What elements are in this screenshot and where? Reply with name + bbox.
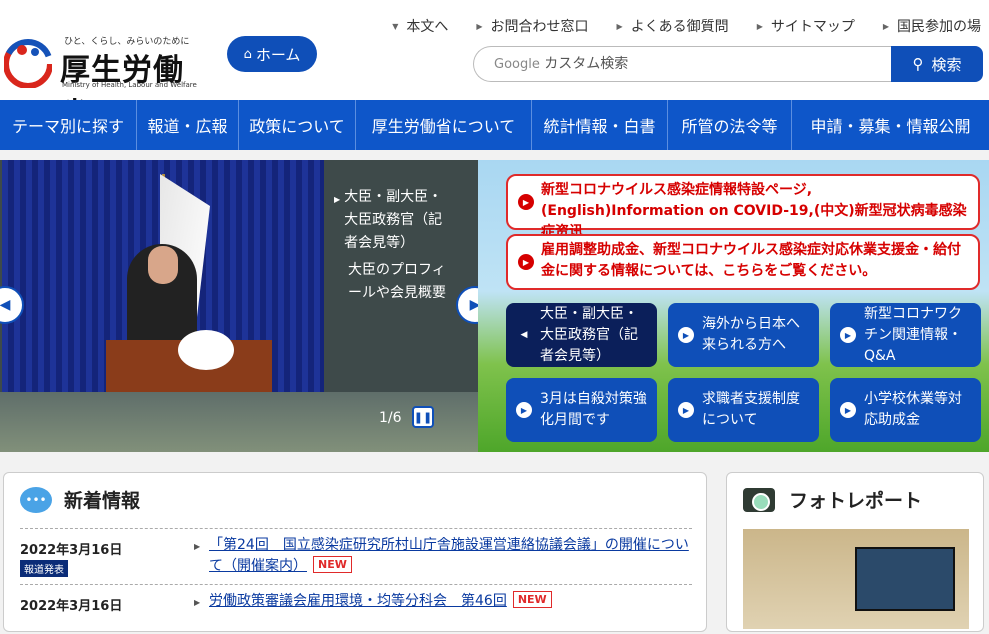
- nav-item-themes[interactable]: テーマ別に探す: [0, 100, 137, 150]
- tile-label: 大臣・副大臣・大臣政務官（記者会見等）: [540, 305, 638, 364]
- news-date: 2022年3月16日: [20, 543, 123, 558]
- slide-counter: 1/6: [379, 410, 402, 426]
- tile-job-seeker-support[interactable]: ▶ 求職者支援制度について: [668, 378, 819, 442]
- global-nav: テーマ別に探す 報道・広報 政策について 厚生労働省について 統計情報・白書 所…: [0, 100, 989, 150]
- new-badge: NEW: [313, 556, 352, 573]
- home-label: ホーム: [255, 45, 301, 64]
- utility-links: ▼ 本文へ ▶ お問合わせ窓口 ▶ よくある御質問 ▶ サイトマップ ▶ 国民参加の場: [392, 16, 981, 36]
- chevron-right-icon: ▶: [518, 194, 534, 210]
- search-button[interactable]: ⚲ 検索: [891, 46, 983, 82]
- new-badge: NEW: [512, 591, 552, 608]
- tile-arrivals[interactable]: ▶ 海外から日本へ来られる方へ: [668, 303, 819, 367]
- triangle-right-icon: ▶: [194, 542, 201, 551]
- notice-covid-info[interactable]: ▶ 新型コロナウイルス感染症情報特設ページ,(English)Informati…: [506, 174, 980, 240]
- tile-vaccine[interactable]: ▶ 新型コロナワクチン関連情報・Q&A: [830, 303, 981, 367]
- tile-minister-press[interactable]: ◀ 大臣・副大臣・大臣政務官（記者会見等）: [506, 303, 657, 367]
- notice-employment-subsidy[interactable]: ▶ 雇用調整助成金、新型コロナウイルス感染症対応休業支援金・給付金に関する情報に…: [506, 234, 980, 290]
- chevron-right-icon: ▶: [516, 402, 532, 418]
- triangle-right-icon: ▶: [334, 195, 341, 204]
- search-input[interactable]: Google カスタム検索: [473, 46, 893, 82]
- tile-label: 3月は自殺対策強化月間です: [540, 391, 647, 428]
- chevron-right-icon: ▶: [678, 327, 694, 343]
- news-row: 2022年3月16日 ▶ 労働政策審議会雇用環境・均等分科会 第46回 NEW: [20, 584, 692, 634]
- slide-photo[interactable]: [2, 160, 324, 392]
- tile-school-closure-subsidy[interactable]: ▶ 小学校休業等対応助成金: [830, 378, 981, 442]
- tile-label: 求職者支援制度について: [702, 391, 800, 428]
- slide-caption-desc: 大臣のプロフィールや会見概要: [348, 262, 446, 301]
- chevron-right-icon: ▶: [518, 254, 534, 270]
- tile-suicide-prevention[interactable]: ▶ 3月は自殺対策強化月間です: [506, 378, 657, 442]
- mhlw-logo-icon: [4, 39, 52, 88]
- news-title: 新着情報: [64, 490, 141, 512]
- main-slider: ▶ 大臣・副大臣・大臣政務官（記者会見等） 大臣のプロフィールや会見概要 1/6 …: [0, 160, 478, 452]
- nav-item-statistics[interactable]: 統計情報・白書: [532, 100, 668, 150]
- nav-item-press[interactable]: 報道・広報: [137, 100, 239, 150]
- triangle-right-icon: ▶: [194, 598, 201, 607]
- nav-item-laws[interactable]: 所管の法令等: [668, 100, 792, 150]
- tile-label: 海外から日本へ来られる方へ: [702, 316, 800, 353]
- tile-label: 小学校休業等対応助成金: [864, 391, 962, 428]
- search-icon: ⚲: [912, 55, 924, 73]
- home-button[interactable]: ⌂ ホーム: [227, 36, 317, 72]
- slide-caption-title: 大臣・副大臣・大臣政務官（記者会見等）: [344, 189, 443, 251]
- home-icon: ⌂: [243, 46, 252, 62]
- util-link-main-content[interactable]: ▼ 本文へ: [392, 16, 448, 36]
- speech-bubble-icon: •••: [20, 486, 52, 513]
- news-category-badge: 報道発表: [20, 560, 68, 577]
- next-slide-button[interactable]: ▶: [456, 286, 478, 324]
- news-date: 2022年3月16日: [20, 599, 123, 614]
- notice-text: 新型コロナウイルス感染症情報特設ページ,(English)Information…: [541, 182, 967, 240]
- hero-area: ▶ 大臣・副大臣・大臣政務官（記者会見等） 大臣のプロフィールや会見概要 1/6 …: [0, 160, 989, 452]
- news-link[interactable]: 労働政策審議会雇用環境・均等分科会 第46回 NEW: [209, 591, 693, 612]
- triangle-right-icon: ▶: [476, 21, 483, 31]
- nav-item-about[interactable]: 厚生労働省について: [356, 100, 532, 150]
- news-section: ••• 新着情報 2022年3月16日 報道発表 ▶ 「第24回 国立感染症研究…: [3, 472, 707, 632]
- notice-text: 雇用調整助成金、新型コロナウイルス感染症対応休業支援金・給付金に関する情報につい…: [541, 242, 961, 279]
- photo-report-image[interactable]: [743, 529, 969, 629]
- google-label: Google: [494, 57, 540, 72]
- site-search: Google カスタム検索 ⚲ 検索: [473, 46, 983, 82]
- triangle-left-icon: ◀: [520, 329, 528, 340]
- search-button-label: 検索: [931, 55, 962, 74]
- util-link-sitemap[interactable]: ▶ サイトマップ: [757, 16, 855, 36]
- site-header: ひと、くらし、みらいのために 厚生労働省 Ministry of Health,…: [0, 0, 989, 132]
- ministry-logo[interactable]: ひと、くらし、みらいのために 厚生労働省 Ministry of Health,…: [4, 34, 214, 132]
- chevron-right-icon: ▶: [840, 402, 856, 418]
- camera-icon: [743, 487, 775, 512]
- search-placeholder: カスタム検索: [544, 56, 629, 72]
- feature-panel: ▶ 新型コロナウイルス感染症情報特設ページ,(English)Informati…: [478, 160, 989, 452]
- chevron-right-icon: ▶: [469, 297, 478, 313]
- news-row: 2022年3月16日 報道発表 ▶ 「第24回 国立感染症研究所村山庁舎施設運営…: [20, 528, 692, 584]
- nav-item-applications[interactable]: 申請・募集・情報公開: [792, 100, 989, 150]
- util-link-faq[interactable]: ▶ よくある御質問: [617, 16, 729, 36]
- nav-item-policies[interactable]: 政策について: [239, 100, 356, 150]
- photo-report-title: フォトレポート: [789, 490, 923, 512]
- util-link-participation[interactable]: ▶ 国民参加の場: [883, 16, 981, 36]
- chevron-right-icon: ▶: [678, 402, 694, 418]
- tile-label: 新型コロナワクチン関連情報・Q&A: [864, 305, 962, 364]
- util-link-contact[interactable]: ▶ お問合わせ窓口: [476, 16, 588, 36]
- triangle-right-icon: ▶: [616, 21, 623, 31]
- news-link[interactable]: 「第24回 国立感染症研究所村山庁舎施設運営連絡協議会議」の開催について（開催案…: [209, 535, 693, 577]
- pause-button[interactable]: ❚❚: [412, 406, 434, 428]
- chevron-left-icon: ◀: [0, 297, 11, 313]
- ministry-name-en: Ministry of Health, Labour and Welfare: [62, 81, 197, 89]
- slide-caption[interactable]: ▶ 大臣・副大臣・大臣政務官（記者会見等） 大臣のプロフィールや会見概要: [334, 186, 454, 305]
- chevron-right-icon: ▶: [840, 327, 856, 343]
- triangle-down-icon: ▼: [392, 21, 399, 31]
- photo-report-section: フォトレポート: [726, 472, 984, 632]
- triangle-right-icon: ▶: [756, 21, 763, 31]
- triangle-right-icon: ▶: [882, 21, 889, 31]
- pause-icon: ❚❚: [413, 410, 433, 424]
